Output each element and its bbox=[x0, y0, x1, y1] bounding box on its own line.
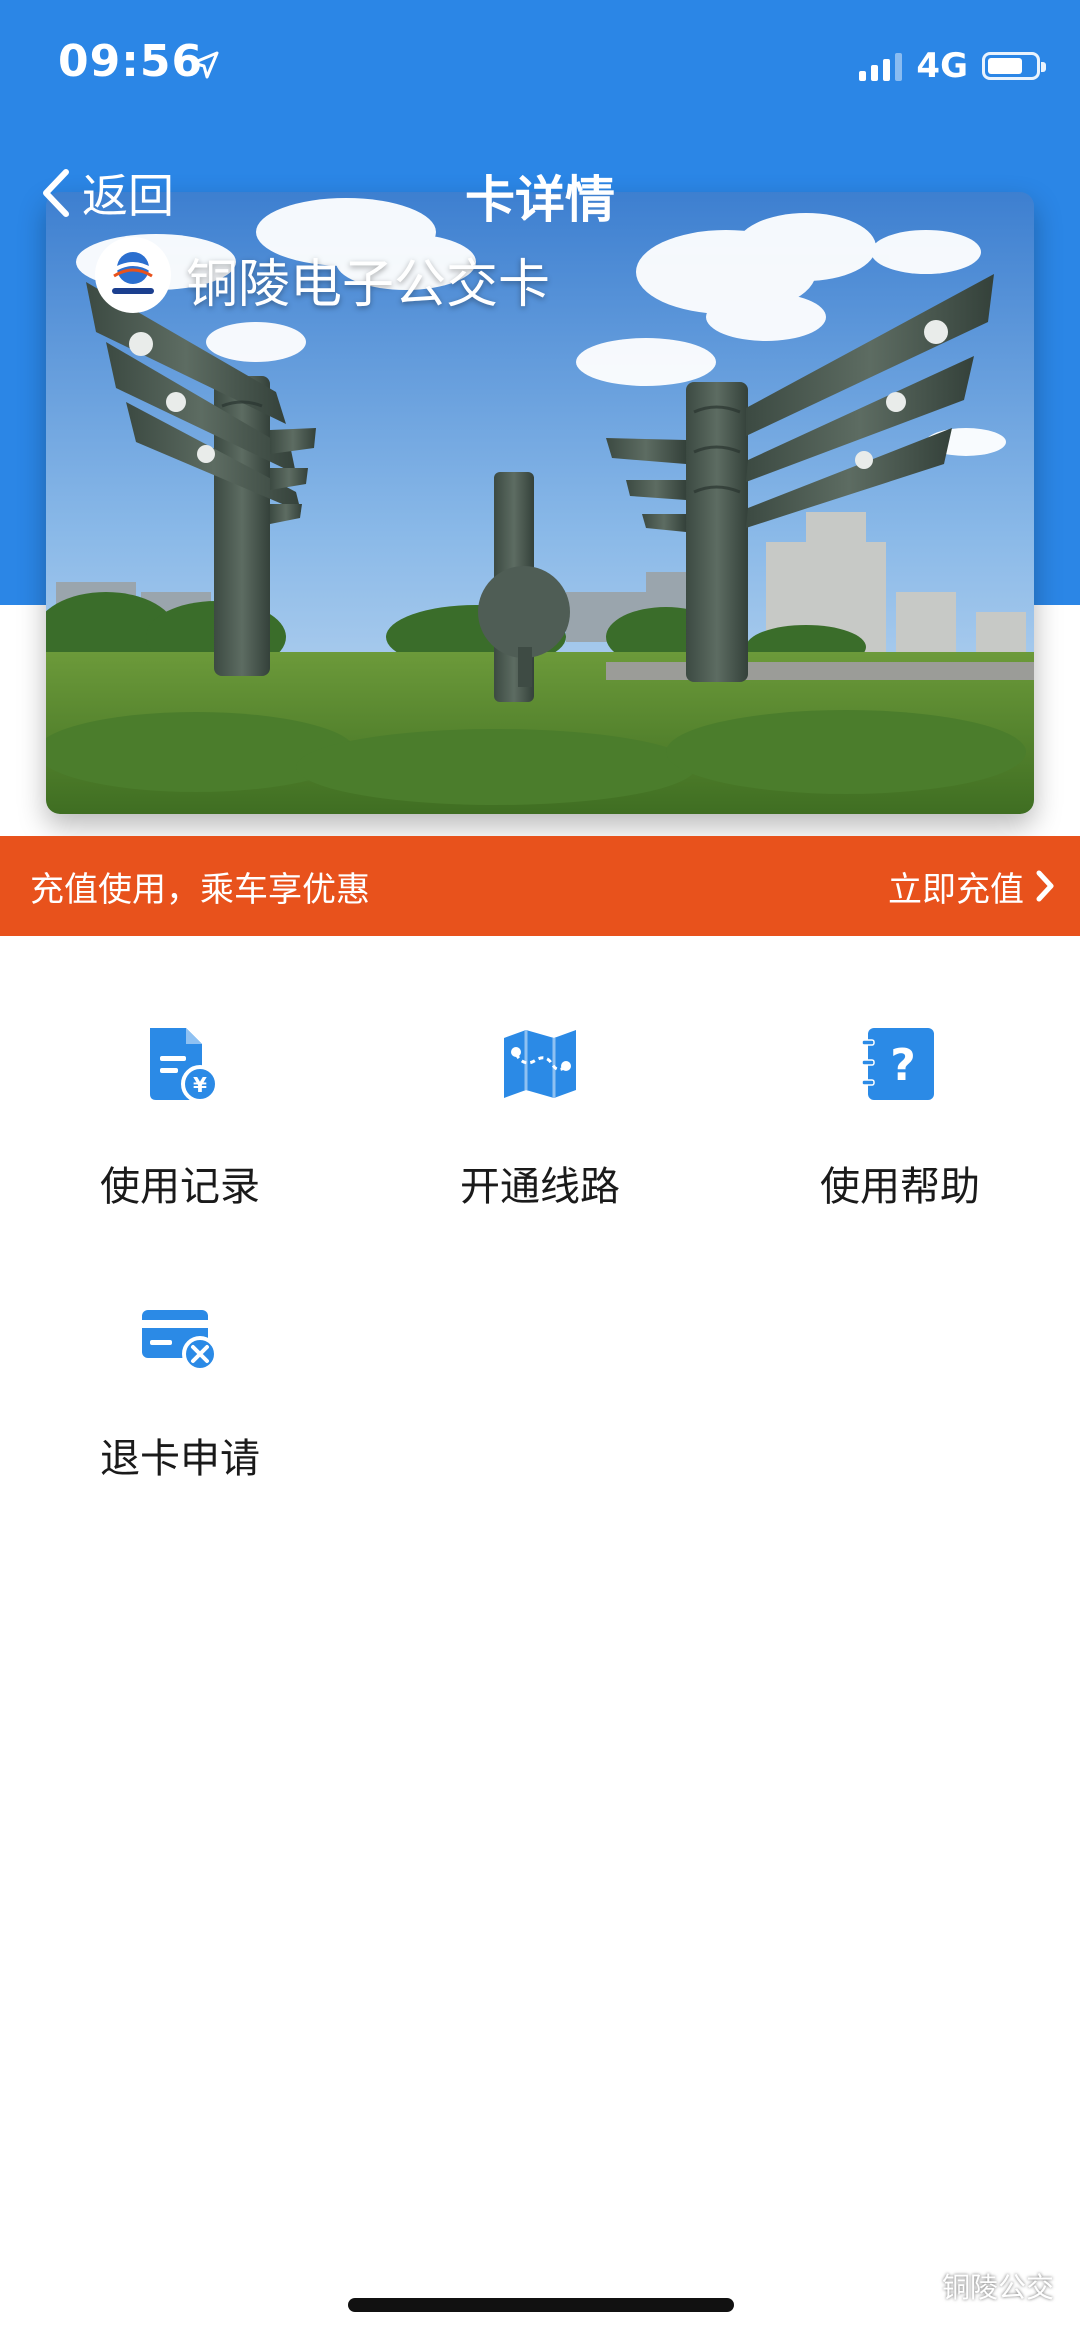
page-title: 卡详情 bbox=[465, 171, 615, 229]
recharge-now-label: 立即充值 bbox=[888, 869, 1024, 910]
watermark-text: 铜陵公交 bbox=[941, 2271, 1054, 2304]
bus-card[interactable]: 铜陵电子公交卡 bbox=[46, 192, 1034, 814]
wechat-watermark: 铜陵公交 bbox=[888, 2266, 1054, 2306]
menu-label: 开通线路 bbox=[460, 1164, 620, 1210]
recharge-now-button[interactable]: 立即充值 bbox=[888, 862, 1056, 911]
chevron-right-icon bbox=[1036, 870, 1054, 902]
status-bar: 09:56 4G bbox=[0, 0, 1080, 130]
receipt-yuan-icon: ¥ bbox=[150, 1028, 219, 1103]
menu-item-open-routes[interactable]: 开通线路 bbox=[360, 936, 720, 1210]
svg-text:?: ? bbox=[890, 1040, 916, 1091]
menu-label: 退卡申请 bbox=[100, 1436, 260, 1482]
svg-text:¥: ¥ bbox=[193, 1073, 207, 1097]
location-arrow-icon bbox=[191, 51, 219, 79]
wechat-icon bbox=[888, 2269, 933, 2302]
menu-item-usage-records[interactable]: ¥ 使用记录 bbox=[0, 936, 360, 1210]
battery-icon bbox=[982, 52, 1046, 80]
card-cancel-icon bbox=[142, 1310, 218, 1372]
recharge-promo-banner[interactable]: 充值使用，乘车享优惠 立即充值 bbox=[0, 836, 1080, 936]
signal-bars-icon bbox=[859, 51, 903, 81]
status-time: 09:56 bbox=[58, 36, 204, 87]
menu-label: 使用记录 bbox=[100, 1164, 260, 1210]
route-map-icon bbox=[504, 1030, 576, 1098]
home-indicator[interactable] bbox=[348, 2298, 734, 2312]
status-indicators: 4G bbox=[859, 42, 1046, 90]
tongling-bus-logo bbox=[95, 237, 171, 313]
menu-label: 使用帮助 bbox=[820, 1164, 980, 1210]
card-name: 铜陵电子公交卡 bbox=[186, 255, 551, 315]
network-type: 4G bbox=[916, 46, 968, 86]
help-question-icon: ? bbox=[861, 1028, 934, 1100]
menu-item-help[interactable]: ? 使用帮助 bbox=[720, 936, 1080, 1210]
promo-text: 充值使用，乘车享优惠 bbox=[30, 869, 370, 910]
menu-item-card-refund[interactable]: 退卡申请 bbox=[0, 1208, 360, 1482]
